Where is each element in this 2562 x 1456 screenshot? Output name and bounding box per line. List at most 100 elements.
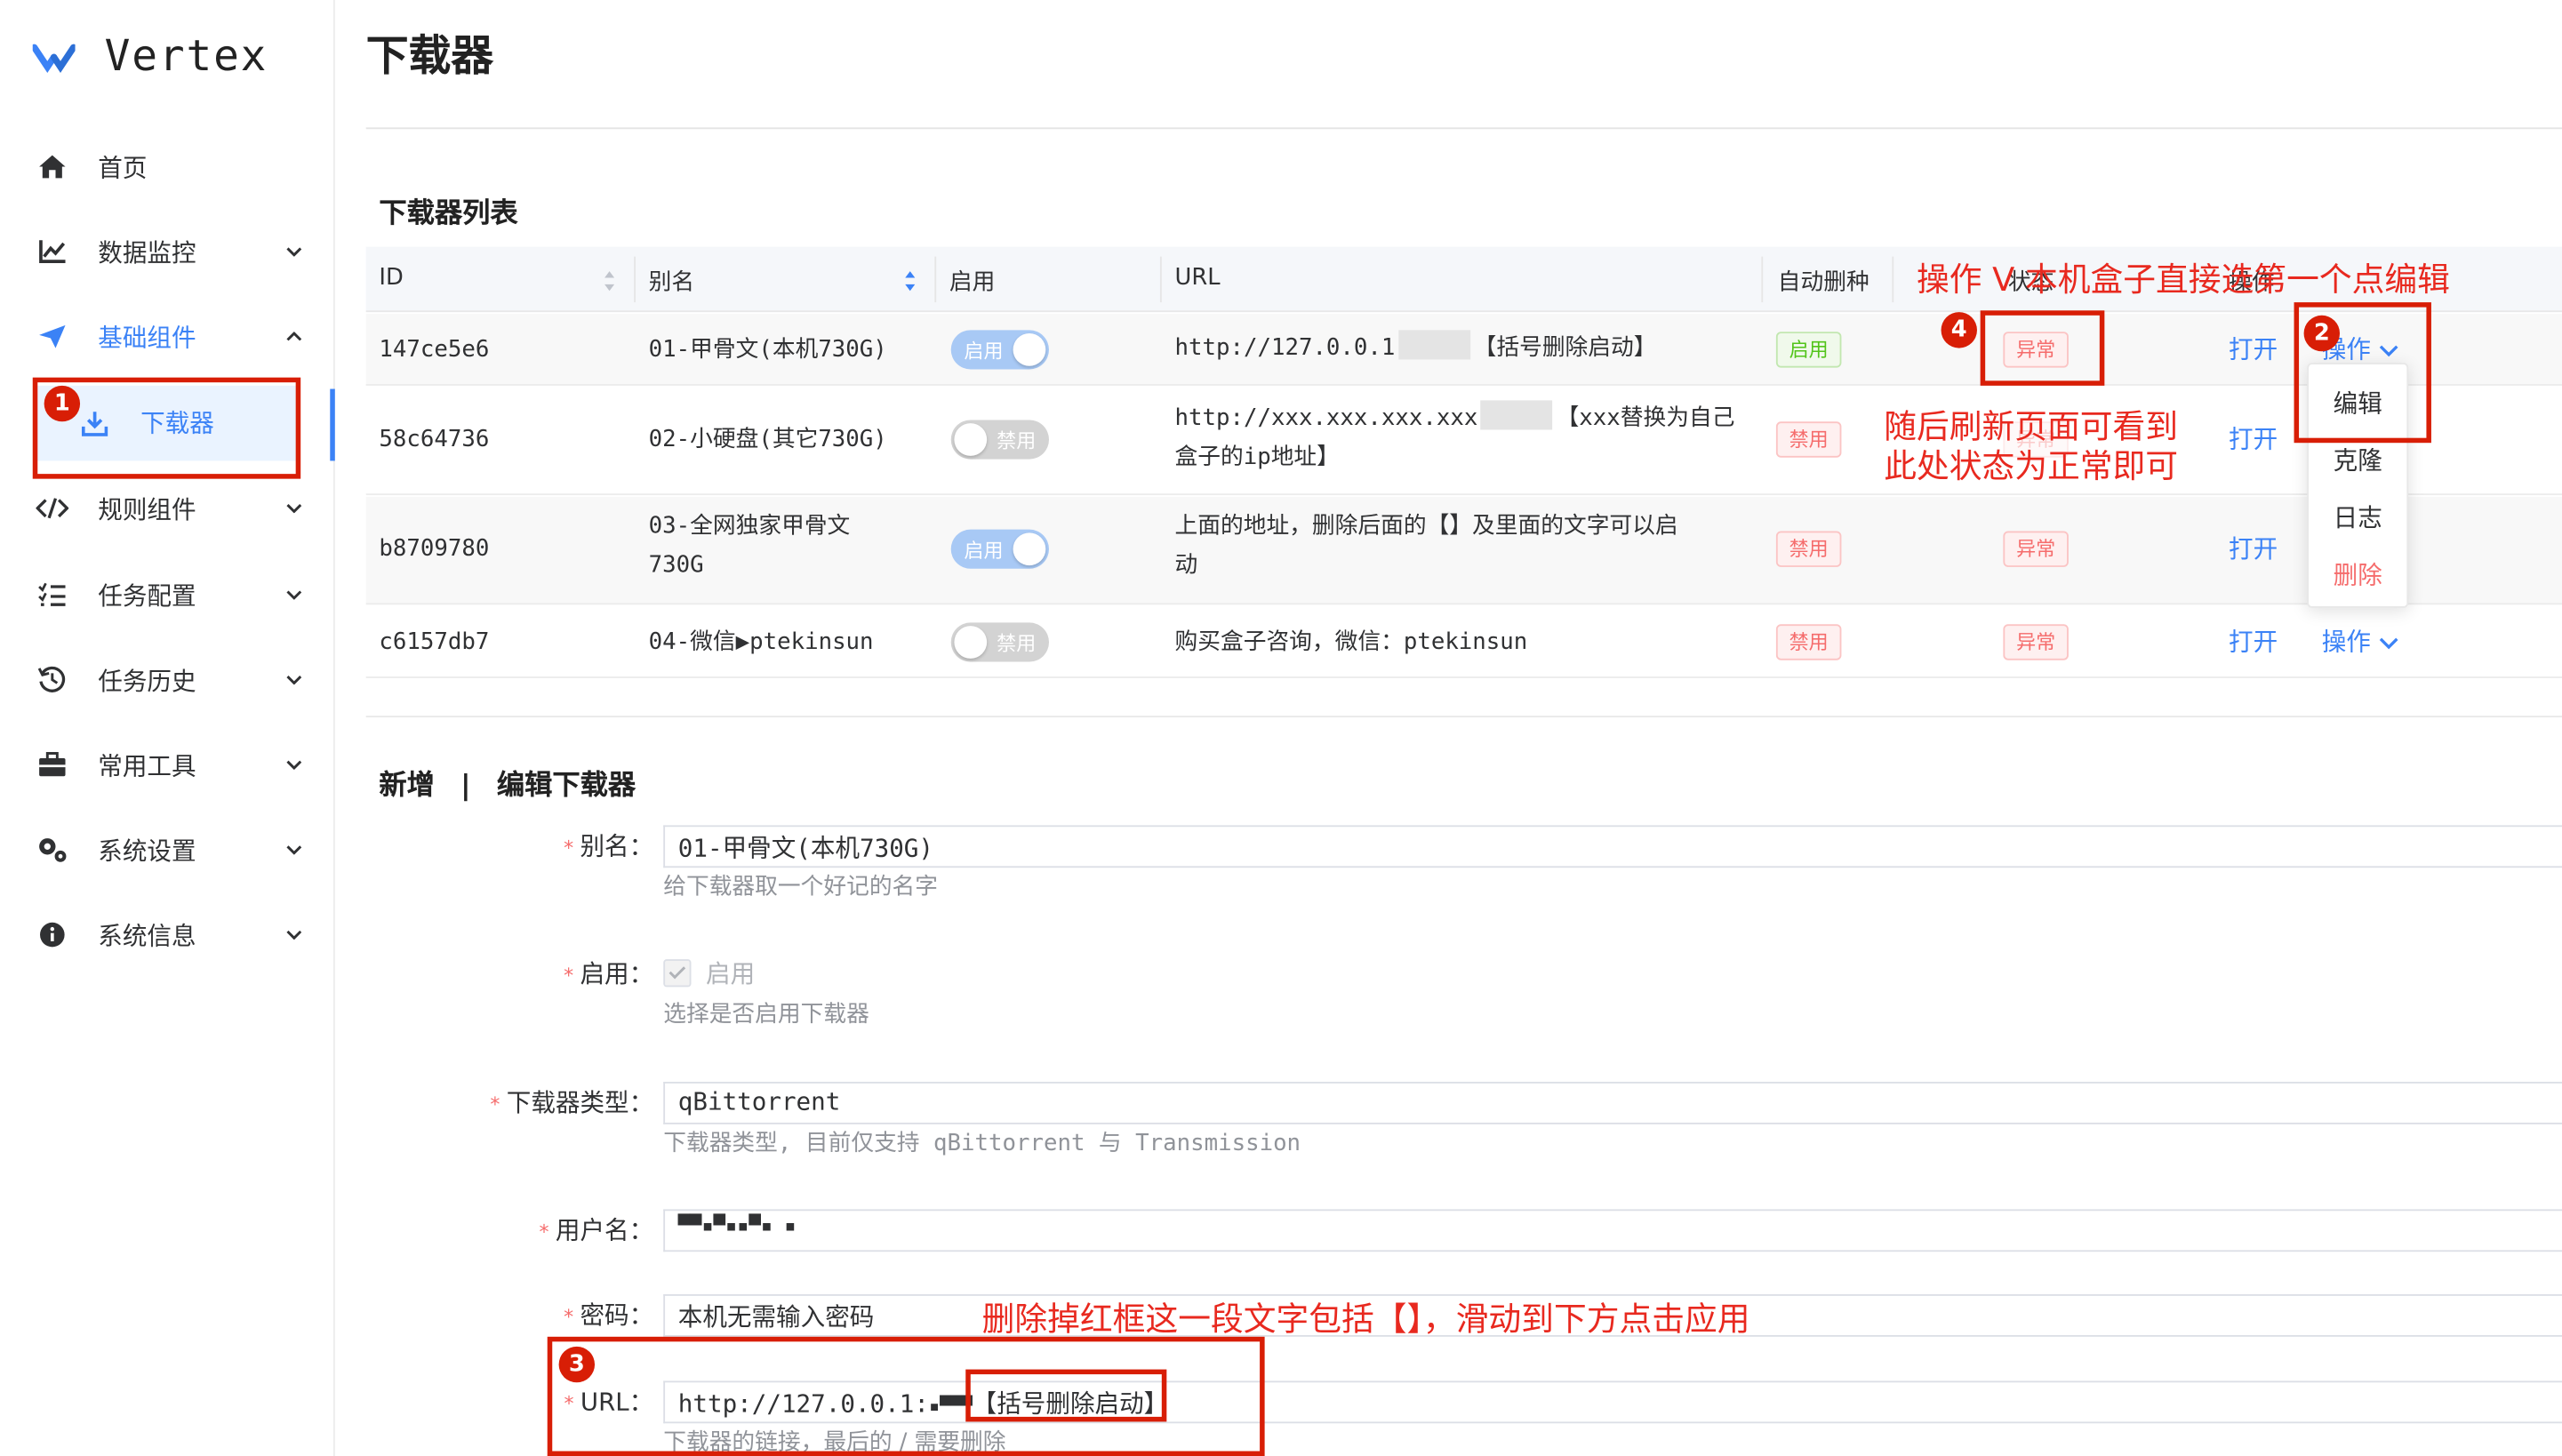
auto-delete-tag: 禁用 [1775,531,1842,567]
column-header-auto-delete: 自动删种 [1777,269,1869,296]
column-header-id[interactable]: ID [379,265,403,291]
menu-item-clone[interactable]: 克隆 [2309,443,2406,477]
annotation-box [965,1369,1167,1422]
divider [365,127,2562,130]
form-title-new: 新增 [379,769,435,803]
row-alias: 01-甲骨文(本机730G) [648,336,887,364]
url-text: http://xxx.xxx.xxx.xxx [1174,404,1478,432]
column-separator [1892,256,1894,303]
alias-field[interactable]: 01-甲骨文(本机730G) [663,825,2562,868]
vertex-logo-icon [32,44,76,74]
chevron-down-icon [284,840,304,860]
sidebar: Vertex 首页 数据监控 基础组件 下载器 规则组件 任务配置 任务历史 常… [0,0,335,1456]
enable-switch[interactable]: 禁用 [950,622,1049,662]
menu-item-log[interactable]: 日志 [2309,500,2406,535]
open-link[interactable]: 打开 [2229,624,2278,659]
annotation-badge: 2 [2303,315,2341,352]
status-badge: 异常 [2003,531,2069,567]
alias-hint: 给下载器取一个好记的名字 [663,874,939,900]
auto-delete-tag: 禁用 [1775,421,1842,458]
switch-label: 禁用 [997,632,1037,656]
page-title: 下载器 [365,32,494,82]
switch-knob [954,626,988,659]
sidebar-item-settings[interactable]: 系统设置 [0,817,333,883]
switch-label: 禁用 [997,429,1037,453]
gears-icon [36,834,68,867]
app-logo[interactable]: Vertex [32,33,268,82]
type-select[interactable]: qBittorrent [663,1082,2562,1124]
sidebar-item-label: 系统设置 [98,836,196,866]
row-url: http://127.0.0.1 【括号删除启动】 [1174,329,1656,368]
form-title-separator: | [460,769,471,803]
username-field[interactable]: ▀▀▪▀▪▪▀▪ ▪ [663,1209,2562,1252]
column-separator [1159,256,1162,303]
paper-plane-icon [36,320,68,353]
task-list-icon [36,579,68,612]
chevron-down-icon [284,755,304,774]
sidebar-item-history[interactable]: 任务历史 [0,647,333,713]
type-label-text: 下载器类型： [506,1088,654,1118]
chevron-down-icon [284,925,304,945]
type-label: * 下载器类型： [490,1088,654,1118]
table-row: 147ce5e6 01-甲骨文(本机730G) 启用 http://127.0.… [365,313,2562,386]
info-icon [36,918,68,951]
sidebar-item-monitor[interactable]: 数据监控 [0,219,333,284]
alias-label: * 别名： [564,831,654,861]
url-tail: 【xxx替换为自己 [1556,404,1735,432]
enable-switch[interactable]: 启用 [950,529,1049,569]
annotation-text: 随后刷新页面可看到 此处状态为正常即可 [1884,407,2178,485]
column-header-alias[interactable]: 别名 [649,265,694,298]
table-row: c6157db7 04-微信▶ptekinsun 禁用 购买盒子咨询，微信：pt… [365,606,2562,678]
row-id: 58c64736 [379,426,490,453]
chevron-up-icon [284,327,304,347]
switch-label: 启用 [964,539,1004,563]
password-label: * 密码： [564,1300,654,1331]
switch-knob [954,423,988,456]
open-link[interactable]: 打开 [2229,421,2278,456]
sidebar-item-info[interactable]: 系统信息 [0,902,333,968]
home-icon [36,150,68,183]
sidebar-item-rules[interactable]: 规则组件 [0,476,333,541]
chevron-down-icon [284,499,304,518]
chevron-down-icon [2379,637,2398,650]
open-link[interactable]: 打开 [2229,332,2278,366]
chart-line-icon [36,236,68,268]
type-hint: 下载器类型, 目前仅支持 qBittorrent 与 Transmission [663,1131,1301,1157]
sidebar-item-basic[interactable]: 基础组件 [0,304,333,370]
sidebar-item-tasks[interactable]: 任务配置 [0,562,333,628]
table-row: 58c64736 02-小硬盘(其它730G) 禁用 http://xxx.xx… [365,387,2562,496]
row-id: c6157db7 [379,628,490,656]
annotation-badge: 4 [1941,312,1977,348]
sidebar-item-tools[interactable]: 常用工具 [0,732,333,798]
annotation-line: 随后刷新页面可看到 [1884,406,2179,446]
action-dropdown-button[interactable]: 操作 [2322,624,2398,659]
alias-label-text: 别名： [580,831,654,861]
active-indicator [330,388,335,461]
masked-text [1481,400,1553,430]
sidebar-item-home[interactable]: 首页 [0,134,333,200]
enable-switch[interactable]: 启用 [950,330,1049,370]
row-id: b8709780 [379,535,490,563]
row-id: 147ce5e6 [379,336,490,364]
action-label: 操作 [2321,627,2371,658]
open-link[interactable]: 打开 [2229,531,2278,565]
annotation-badge: 3 [558,1346,596,1383]
url-text: http://127.0.0.1 [1174,334,1396,362]
enable-hint: 选择是否启用下载器 [663,1001,869,1028]
username-label: * 用户名： [539,1215,654,1245]
row-alias: 02-小硬盘(其它730G) [648,426,887,453]
row-alias: 04-微信▶ptekinsun [648,628,874,656]
alias-line1: 03-全网独家甲骨文 [648,513,851,540]
enable-checkbox[interactable] [663,959,692,988]
column-separator [934,256,937,303]
sidebar-item-label: 系统信息 [98,920,196,951]
enable-switch[interactable]: 禁用 [950,420,1049,460]
menu-item-delete[interactable]: 删除 [2309,557,2406,592]
auto-delete-tag: 启用 [1775,332,1842,368]
url-text-line2: 动 [1174,552,1198,579]
sidebar-item-label: 规则组件 [98,494,196,524]
form-title: 新增 | 编辑下载器 [379,762,636,803]
sidebar-item-label: 基础组件 [98,323,196,353]
sort-icon[interactable] [903,269,917,292]
sort-icon[interactable] [603,269,616,292]
